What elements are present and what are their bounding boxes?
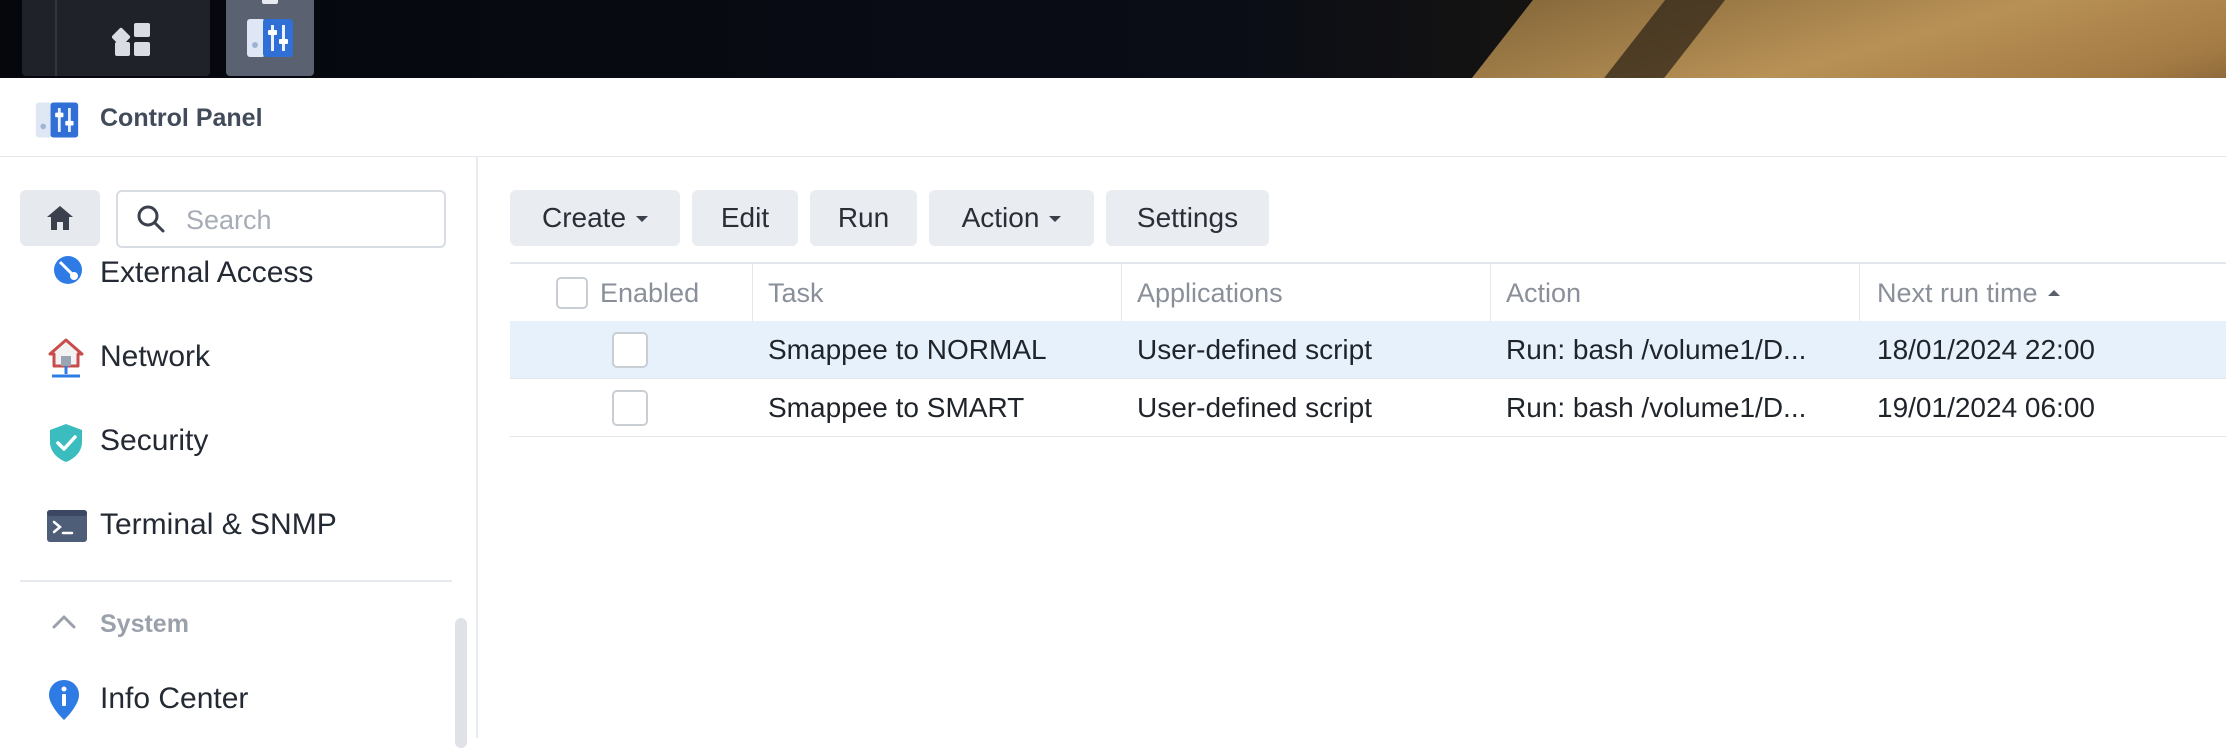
sidebar-item-network[interactable]: Network xyxy=(30,326,450,386)
next-run-cell: 19/01/2024 06:00 xyxy=(1877,391,2095,423)
chevron-down-icon xyxy=(1049,216,1062,222)
column-label: Task xyxy=(768,277,824,308)
taskbar xyxy=(0,0,2226,78)
application-cell: User-defined script xyxy=(1137,333,1372,365)
column-label: Applications xyxy=(1137,277,1283,308)
control-panel-taskbar-button[interactable] xyxy=(226,0,314,76)
run-button[interactable]: Run xyxy=(810,190,917,246)
column-header-applications[interactable]: Applications xyxy=(1122,264,1491,322)
info-pin-icon xyxy=(49,680,79,720)
enabled-cell xyxy=(612,379,652,436)
active-indicator xyxy=(262,0,278,4)
sidebar-item-label: Security xyxy=(100,424,209,457)
column-label: Enabled xyxy=(600,277,700,308)
search-input[interactable] xyxy=(184,200,438,240)
select-all-checkbox[interactable] xyxy=(556,277,588,309)
control-panel-app-icon xyxy=(35,102,79,138)
sidebar-item-security[interactable]: Security xyxy=(30,410,450,470)
window-title: Control Panel xyxy=(100,104,263,132)
sidebar-section-system[interactable]: System xyxy=(50,606,350,646)
column-label: Action xyxy=(1506,277,1582,308)
settings-button[interactable]: Settings xyxy=(1106,190,1269,246)
task-cell: Smappee to NORMAL xyxy=(768,333,1047,365)
column-label: Next run time xyxy=(1877,277,2038,308)
column-header-task[interactable]: Task xyxy=(753,264,1122,322)
section-label: System xyxy=(100,610,189,638)
chevron-up-icon xyxy=(52,615,76,629)
home-icon xyxy=(47,206,73,230)
run-label: Run xyxy=(837,202,890,233)
action-cell: Run: bash /volume1/D... xyxy=(1506,333,1807,365)
network-icon xyxy=(48,338,84,378)
wallpaper-shape xyxy=(1407,0,2226,78)
sidebar-item-label: Terminal & SNMP xyxy=(100,508,337,541)
external-access-icon xyxy=(54,256,82,284)
sidebar-item-label: Info Center xyxy=(100,682,249,715)
table-row[interactable]: Smappee to SMART User-defined script Run… xyxy=(510,379,2226,437)
enabled-checkbox[interactable] xyxy=(612,331,648,368)
window-header xyxy=(0,78,2226,157)
sidebar-item-terminal-snmp[interactable]: Terminal & SNMP xyxy=(30,494,450,554)
table-header: Enabled Task Applications Action Next ru… xyxy=(510,262,2226,323)
search-icon xyxy=(137,205,165,233)
main-menu-button[interactable] xyxy=(22,0,210,76)
column-header-next-run-time[interactable]: Next run time xyxy=(1860,264,2226,322)
column-header-enabled[interactable]: Enabled xyxy=(510,264,753,322)
sidebar-item-label: External Access xyxy=(100,256,314,289)
settings-label: Settings xyxy=(1136,202,1239,233)
taskbar-divider xyxy=(55,0,57,76)
shield-icon xyxy=(50,424,82,462)
column-header-action[interactable]: Action xyxy=(1491,264,1860,322)
search-field[interactable] xyxy=(116,190,446,248)
chevron-down-icon xyxy=(636,216,649,222)
sidebar-item-external-access[interactable]: External Access xyxy=(30,242,450,302)
action-cell: Run: bash /volume1/D... xyxy=(1506,391,1807,423)
control-panel-icon xyxy=(247,19,293,57)
task-cell: Smappee to SMART xyxy=(768,391,1025,423)
action-label: Action xyxy=(961,202,1040,233)
table-row[interactable]: Smappee to NORMAL User-defined script Ru… xyxy=(510,321,2226,379)
grid-icon xyxy=(112,23,150,56)
enabled-checkbox[interactable] xyxy=(612,389,648,426)
edit-label: Edit xyxy=(720,202,770,233)
sidebar-separator xyxy=(476,157,478,738)
sidebar-scrollbar[interactable] xyxy=(455,618,467,748)
terminal-icon xyxy=(47,510,87,542)
sidebar-divider xyxy=(20,580,452,582)
home-button[interactable] xyxy=(20,190,100,246)
edit-button[interactable]: Edit xyxy=(692,190,798,246)
create-button[interactable]: Create xyxy=(510,190,680,246)
enabled-cell xyxy=(612,321,652,378)
application-cell: User-defined script xyxy=(1137,391,1372,423)
sort-ascending-icon xyxy=(2047,290,2060,296)
action-button[interactable]: Action xyxy=(929,190,1094,246)
next-run-cell: 18/01/2024 22:00 xyxy=(1877,333,2095,365)
create-label: Create xyxy=(541,202,627,233)
sidebar-item-info-center[interactable]: Info Center xyxy=(30,668,450,728)
sidebar-item-label: Network xyxy=(100,340,211,373)
